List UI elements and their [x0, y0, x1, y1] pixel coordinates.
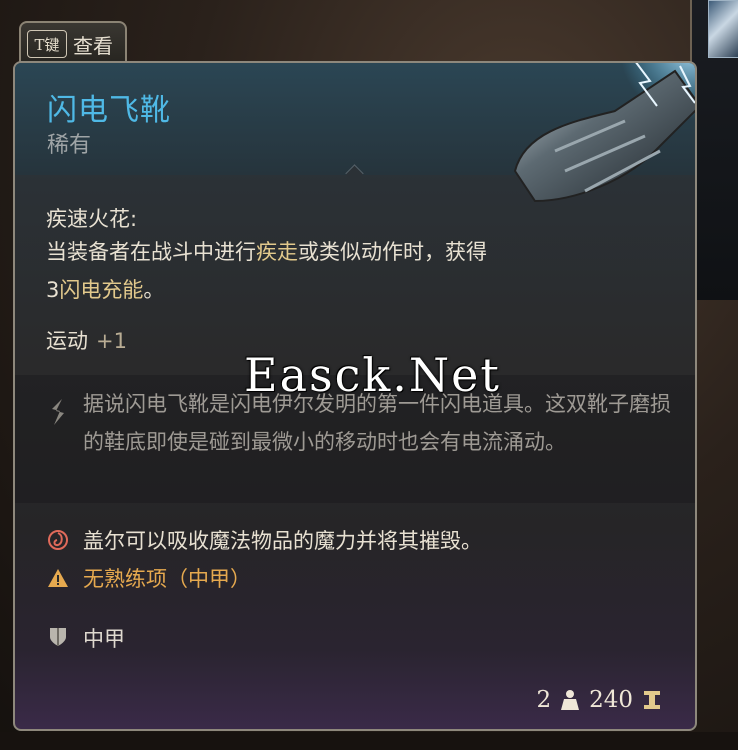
inspect-label: 查看 [73, 33, 113, 58]
stat-athletics: 运动 +1 [46, 325, 127, 355]
ability-description: 当装备者在战斗中进行疾走或类似动作时，获得3闪电充能。 [46, 240, 487, 302]
warning-icon [48, 569, 68, 587]
watermark: Easck.Net [244, 348, 501, 402]
stat-name: 运动 [46, 329, 88, 353]
price-value: 240 [589, 687, 633, 713]
background-bar [0, 732, 738, 750]
item-footer: 2 240 [536, 687, 661, 713]
item-name: 闪电飞靴 [47, 93, 171, 128]
armor-type: 中甲 [83, 627, 125, 651]
inspect-tab[interactable]: T键 查看 [19, 21, 127, 65]
feather-icon [52, 399, 64, 425]
gold-icon [644, 691, 660, 709]
boots-icon [513, 63, 695, 203]
item-rarity: 稀有 [47, 133, 92, 158]
stat-bonus: +1 [96, 329, 127, 353]
item-thumbnail[interactable] [708, 0, 738, 58]
keyword-dash[interactable]: 疾走 [256, 240, 298, 264]
keyword-lightning-charge[interactable]: 闪电充能 [59, 278, 143, 302]
ability-title: 疾速火花: [46, 207, 138, 231]
gale-icon [48, 530, 68, 550]
proficiency-warning: 无熟练项（中甲） [83, 567, 251, 591]
shield-icon [50, 628, 66, 646]
key-hint: T键 [27, 30, 67, 58]
weight-icon [561, 690, 580, 710]
weight-value: 2 [536, 687, 552, 713]
gale-note: 盖尔可以吸收魔法物品的魔力并将其摧毁。 [83, 529, 482, 553]
